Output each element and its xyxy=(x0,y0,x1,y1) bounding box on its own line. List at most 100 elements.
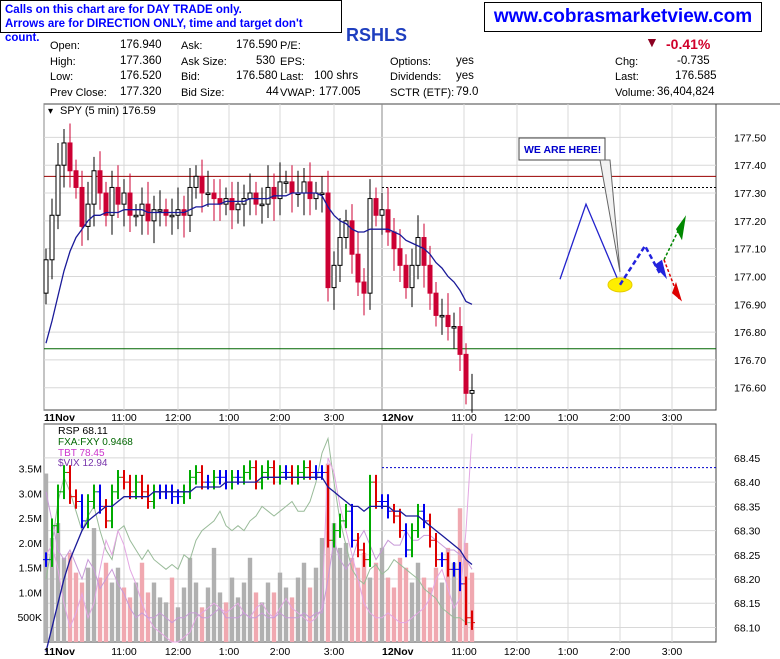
volume-bar xyxy=(283,587,289,642)
vwap-value: 177.005 xyxy=(319,86,361,98)
sctr-label: SCTR (ETF): xyxy=(390,87,455,99)
indicator-x-tick-label: 3:00 xyxy=(662,646,683,658)
candle-body xyxy=(439,314,445,318)
candle-body xyxy=(151,209,157,222)
candle-body xyxy=(73,170,79,188)
candle-body xyxy=(265,186,271,205)
price-y-tick-label: 177.20 xyxy=(734,216,766,228)
volume-y-tick-label: 1.5M xyxy=(19,563,42,575)
price-panel xyxy=(43,103,717,411)
candle-body xyxy=(199,175,205,194)
volume-bar xyxy=(409,582,415,642)
volume-bar xyxy=(193,582,199,642)
volume-bar xyxy=(259,602,265,642)
rsp-legend: RSP 68.11 xyxy=(58,425,108,437)
candle-body xyxy=(79,186,85,227)
volume-bar xyxy=(427,587,433,642)
volume-bar xyxy=(79,582,85,642)
volume-bar xyxy=(247,557,253,642)
candle-body xyxy=(469,390,475,394)
candle-body xyxy=(409,264,415,289)
fxa-legend: FXA:FXY 0.9468 xyxy=(58,437,133,448)
bid-label: Bid: xyxy=(181,71,200,83)
disclaimer-line-1: Calls on this chart are for DAY TRADE on… xyxy=(5,4,242,16)
price-y-tick-label: 176.70 xyxy=(734,355,766,367)
site-url[interactable]: www.cobrasmarketview.com xyxy=(484,2,762,32)
last2-label: Last: xyxy=(615,71,639,83)
price-y-tick-label: 176.60 xyxy=(734,383,766,395)
volume-bar xyxy=(403,567,409,642)
open-label: Open: xyxy=(50,40,80,52)
last-label: Last: xyxy=(280,71,304,83)
bid-size-value: 44 xyxy=(266,86,279,98)
candle-body xyxy=(433,292,439,316)
candle-body xyxy=(427,264,433,294)
price-y-tick-label: 177.00 xyxy=(734,271,766,283)
candle-body xyxy=(157,209,163,212)
candle-body xyxy=(109,186,115,216)
chg-value: -0.735 xyxy=(677,55,710,67)
volume-bar xyxy=(469,572,475,642)
candle-body xyxy=(127,192,133,216)
dividends-label: Dividends: xyxy=(390,71,442,83)
indicator-x-tick-label: 2:00 xyxy=(610,646,631,658)
candle-body xyxy=(463,353,469,394)
candle-body xyxy=(301,181,307,194)
candle-body xyxy=(169,214,175,218)
bid-value: 176.580 xyxy=(236,70,278,82)
candle-body xyxy=(349,220,355,255)
candle-body xyxy=(397,248,403,266)
low-label: Low: xyxy=(50,71,74,83)
open-value: 176.940 xyxy=(120,39,162,51)
options-value: yes xyxy=(456,55,474,67)
symbol-title: RSHLS xyxy=(346,25,408,45)
candle-body xyxy=(205,192,211,196)
candle-body xyxy=(421,237,427,266)
bid-size-label: Bid Size: xyxy=(181,87,225,99)
candle-body xyxy=(211,192,217,200)
stockchart-screenshot: 11Nov 11Nov 11:00 11:00 12:00 12:00 1:00 1:00 2:… xyxy=(0,0,780,659)
candle-body xyxy=(391,231,397,250)
volume-bar xyxy=(121,587,127,642)
volume-bar xyxy=(91,528,97,642)
last-price-value: 176.585 xyxy=(675,70,717,82)
volume-bar xyxy=(223,602,229,642)
volume-y-tick-label: 2.0M xyxy=(19,538,42,550)
volume-bar xyxy=(349,557,355,642)
price-x-tick-label: 11:00 xyxy=(111,412,137,424)
prev-close-label: Prev Close: xyxy=(50,87,107,99)
volume-bar xyxy=(289,597,295,642)
indicator-y-tick-label: 68.35 xyxy=(734,501,760,513)
candle-body xyxy=(115,186,121,205)
volume-bar xyxy=(133,582,139,642)
candle-body xyxy=(61,142,67,166)
volume-bar xyxy=(319,537,325,642)
candle-body xyxy=(235,203,241,211)
candle-body xyxy=(133,214,139,218)
candle-body xyxy=(121,192,127,205)
eps-label: EPS: xyxy=(280,56,306,68)
volume-y-tick-label: 2.5M xyxy=(19,513,42,525)
candle-body xyxy=(355,253,361,283)
price-x-tick-label: 1:00 xyxy=(219,412,240,424)
price-y-tick-label: 176.80 xyxy=(734,327,766,339)
price-y-tick-label: 176.90 xyxy=(734,299,766,311)
candle-body xyxy=(187,186,193,216)
indicator-x-tick-label: 11:00 xyxy=(111,646,137,658)
indicator-x-tick-label: 11:00 xyxy=(451,646,477,658)
change-percent: -0.41% xyxy=(666,36,711,52)
candle-body xyxy=(331,264,337,289)
candle-body xyxy=(445,314,451,328)
price-y-tick-label: 177.30 xyxy=(734,188,766,200)
candle-body xyxy=(55,164,61,216)
candle-body xyxy=(67,142,73,172)
candle-body xyxy=(289,181,295,194)
volume-bar xyxy=(151,582,157,642)
indicator-y-tick-label: 68.15 xyxy=(734,598,760,610)
price-x-tick-label: 12:00 xyxy=(165,412,191,424)
sctr-value: 79.0 xyxy=(456,86,479,98)
chg-label: Chg: xyxy=(615,56,639,68)
candle-body xyxy=(97,170,103,194)
volume-y-tick-label: 1.0M xyxy=(19,587,42,599)
dividends-value: yes xyxy=(456,70,474,82)
